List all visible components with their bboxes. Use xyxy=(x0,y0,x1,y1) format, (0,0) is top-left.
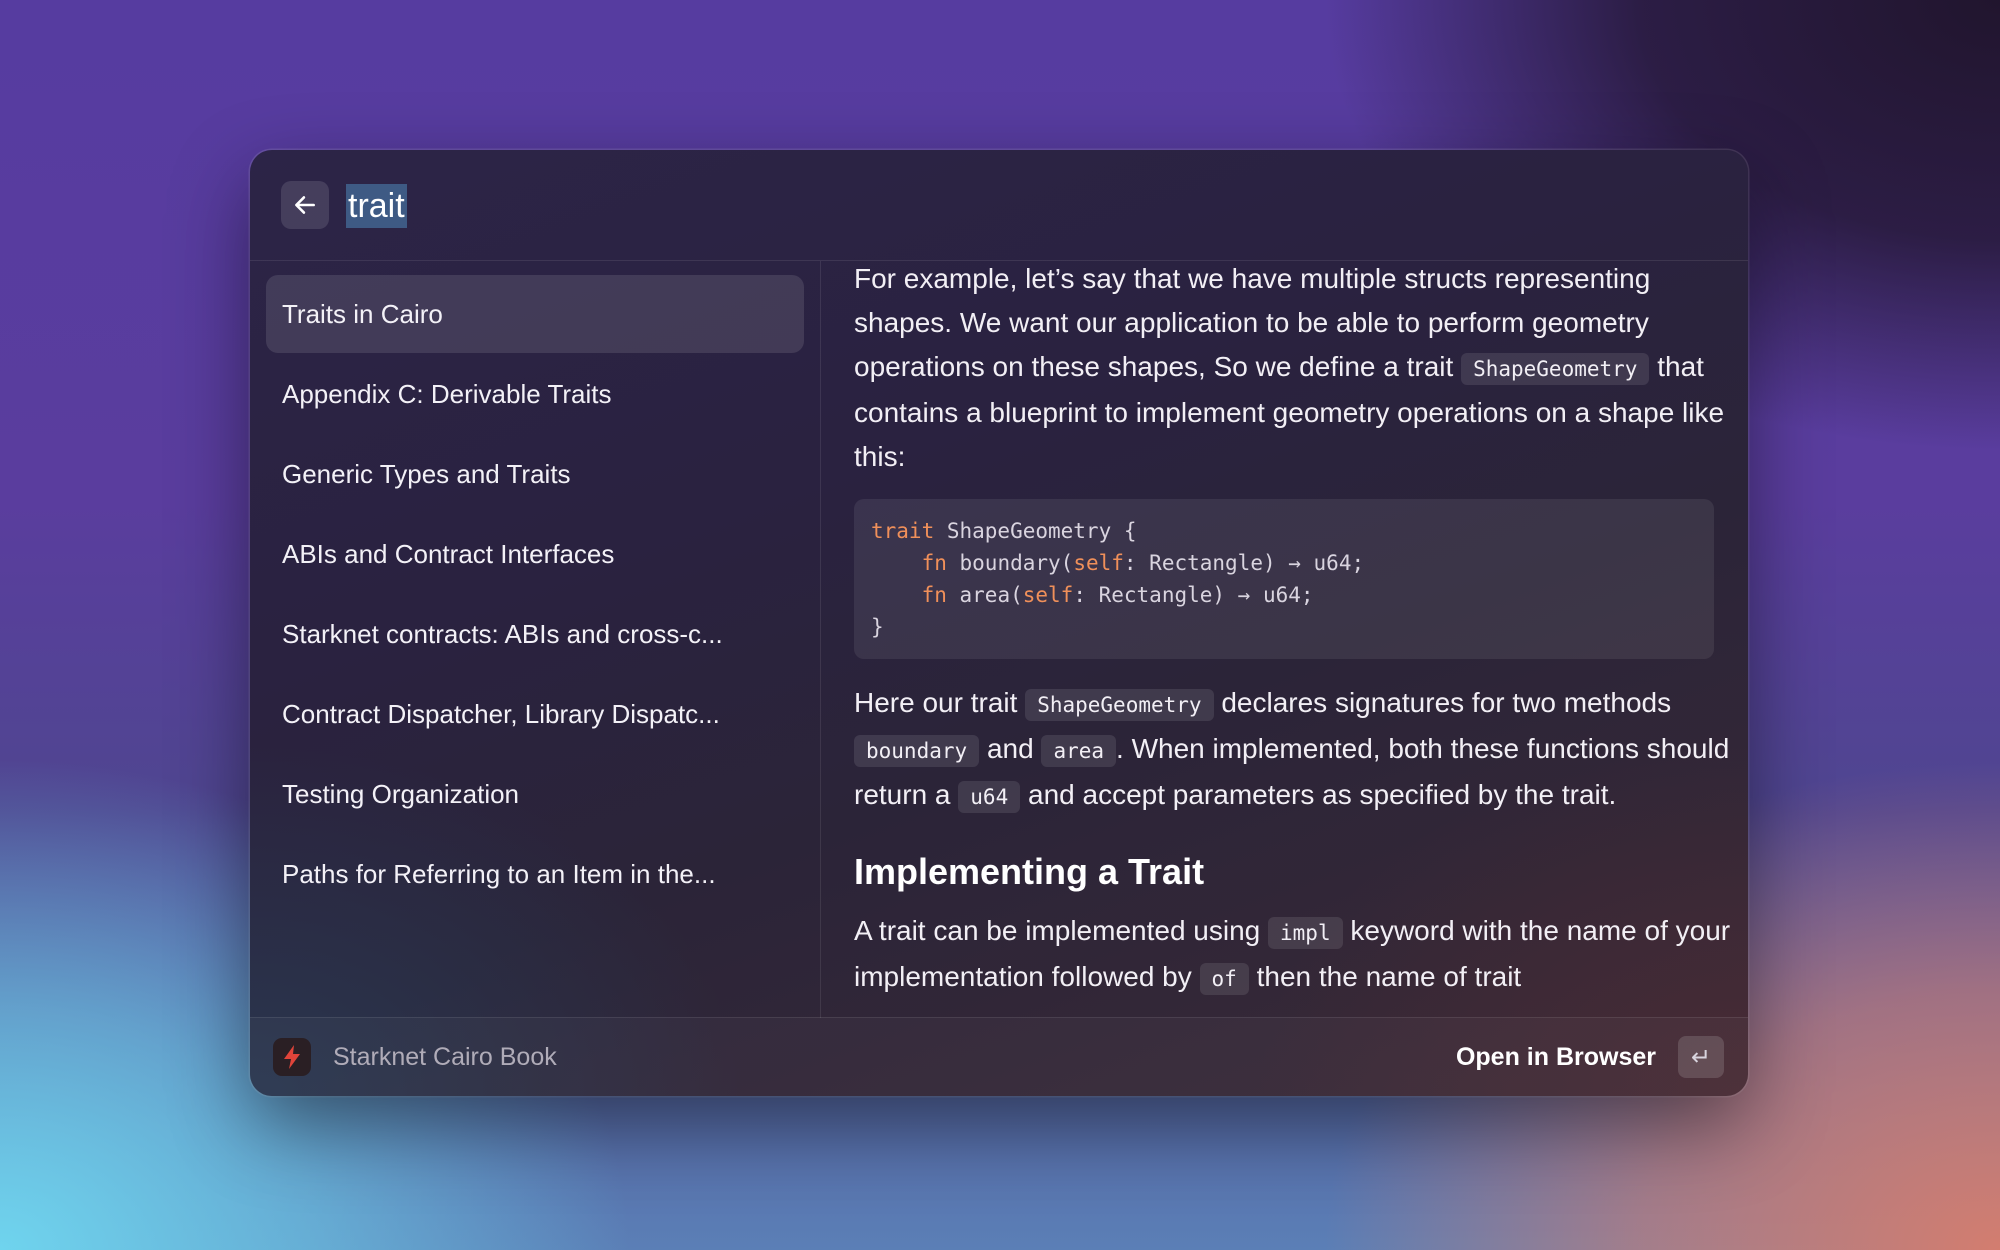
back-button[interactable] xyxy=(281,181,329,229)
text: declares signatures for two methods xyxy=(1221,687,1672,718)
result-item-label: Starknet contracts: ABIs and cross-c... xyxy=(282,618,723,649)
inline-code: ShapeGeometry xyxy=(1025,689,1214,721)
results-list: Traits in Cairo Appendix C: Derivable Tr… xyxy=(250,261,821,1018)
arrow-left-icon xyxy=(295,196,315,214)
inline-code: u64 xyxy=(958,781,1021,813)
search-input-value[interactable]: trait xyxy=(346,184,407,228)
paragraph-signatures: Here our trait ShapeGeometry declares si… xyxy=(854,681,1748,819)
code-text: ShapeGeometry { xyxy=(934,519,1137,543)
inline-code: area xyxy=(1041,735,1117,767)
code-keyword: fn xyxy=(921,583,947,607)
text: then the name of trait xyxy=(1256,961,1522,992)
inline-code: boundary xyxy=(854,735,980,767)
return-key-icon: ↵ xyxy=(1690,1043,1712,1071)
result-item-starknet-contracts[interactable]: Starknet contracts: ABIs and cross-c... xyxy=(266,595,804,673)
open-in-browser-button[interactable]: Open in Browser xyxy=(1456,1018,1656,1096)
result-item-label: Paths for Referring to an Item in the... xyxy=(282,858,716,889)
enter-key-button[interactable]: ↵ xyxy=(1678,1036,1724,1078)
code-keyword: self xyxy=(1022,583,1074,607)
code-text: boundary( xyxy=(946,551,1074,575)
text: and xyxy=(986,733,1034,764)
paragraph-intro: For example, let’s say that we have mult… xyxy=(854,261,1748,479)
text: A trait can be implemented using xyxy=(854,915,1261,946)
result-item-contract-dispatcher[interactable]: Contract Dispatcher, Library Dispatc... xyxy=(266,675,804,753)
app-icon xyxy=(273,1038,311,1076)
app-name: Starknet Cairo Book xyxy=(333,1042,557,1071)
detail-content: For example, let’s say that we have mult… xyxy=(854,261,1748,1001)
extension-window: trait Traits in Cairo Appendix C: Deriva… xyxy=(250,150,1748,1096)
result-item-testing-organization[interactable]: Testing Organization xyxy=(266,755,804,833)
result-item-label: Generic Types and Traits xyxy=(282,458,571,489)
search-input[interactable]: trait xyxy=(346,184,407,228)
result-item-label: ABIs and Contract Interfaces xyxy=(282,538,615,569)
code-block: trait ShapeGeometry { fn boundary(self: … xyxy=(854,499,1714,659)
inline-code: ShapeGeometry xyxy=(1461,353,1650,385)
code-keyword: self xyxy=(1073,551,1124,575)
code-keyword: fn xyxy=(921,551,947,575)
result-item-label: Traits in Cairo xyxy=(282,298,443,329)
result-item-abis-interfaces[interactable]: ABIs and Contract Interfaces xyxy=(266,515,804,593)
code-text: : Rectangle) → u64; xyxy=(1123,551,1365,575)
paragraph-implementing: A trait can be implemented using impl ke… xyxy=(854,909,1748,1001)
lightning-bolt-icon xyxy=(284,1045,300,1069)
inline-code: impl xyxy=(1268,917,1343,949)
result-item-label: Contract Dispatcher, Library Dispatc... xyxy=(282,698,720,729)
code-text: : Rectangle) → u64; xyxy=(1073,583,1314,607)
code-keyword: trait xyxy=(871,519,935,543)
inline-code: of xyxy=(1199,963,1249,995)
section-heading: Implementing a Trait xyxy=(854,851,1205,892)
result-item-derivable-traits[interactable]: Appendix C: Derivable Traits xyxy=(266,355,804,433)
code-text: } xyxy=(871,615,884,639)
result-item-generic-types[interactable]: Generic Types and Traits xyxy=(266,435,804,513)
result-item-label: Appendix C: Derivable Traits xyxy=(282,378,612,409)
action-bar: Starknet Cairo Book Open in Browser ↵ xyxy=(250,1017,1748,1096)
text: Here our trait xyxy=(854,687,1018,718)
result-item-label: Testing Organization xyxy=(282,778,520,809)
detail-pane[interactable]: For example, let’s say that we have mult… xyxy=(822,261,1748,1018)
result-item-traits-in-cairo[interactable]: Traits in Cairo xyxy=(266,275,804,353)
search-bar: trait xyxy=(250,150,1748,261)
result-item-paths[interactable]: Paths for Referring to an Item in the... xyxy=(266,835,804,913)
code-text: area( xyxy=(946,583,1023,607)
text: and accept parameters as specified by th… xyxy=(1028,779,1617,810)
